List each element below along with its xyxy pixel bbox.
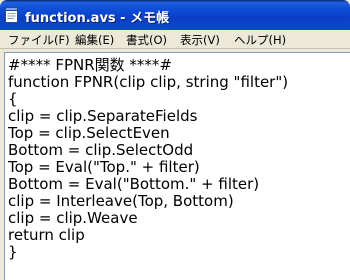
editor-line: function FPNR(clip clip, string "filter"… bbox=[8, 73, 289, 91]
menu-view[interactable]: 表示(V) bbox=[180, 32, 220, 48]
text-editor[interactable]: #**** FPNR関数 ****# function FPNR(clip cl… bbox=[4, 52, 350, 280]
editor-line: { bbox=[8, 90, 18, 108]
editor-line: clip = clip.SeparateFields bbox=[8, 107, 198, 125]
menu-bar: ファイル(F) 編集(E) 書式(O) 表示(V) ヘルプ(H) bbox=[0, 30, 350, 49]
editor-line: Top = clip.SelectEven bbox=[8, 124, 170, 142]
editor-line: #**** FPNR関数 ****# bbox=[8, 56, 172, 74]
window-title: function.avs - メモ帳 bbox=[25, 11, 170, 26]
editor-line: clip = Interleave(Top, Bottom) bbox=[8, 192, 234, 210]
notepad-icon bbox=[5, 7, 18, 23]
editor-line: Bottom = Eval("Bottom." + filter) bbox=[8, 175, 260, 193]
menu-format[interactable]: 書式(O) bbox=[126, 32, 167, 48]
menu-file[interactable]: ファイル(F) bbox=[8, 32, 70, 48]
notepad-window: function.avs - メモ帳 ファイル(F) 編集(E) 書式(O) 表… bbox=[0, 0, 350, 280]
editor-line: return clip bbox=[8, 226, 85, 244]
editor-line: } bbox=[8, 243, 18, 261]
menu-help[interactable]: ヘルプ(H) bbox=[234, 32, 286, 48]
title-bar[interactable]: function.avs - メモ帳 bbox=[0, 0, 350, 30]
editor-line: Bottom = clip.SelectOdd bbox=[8, 141, 194, 159]
editor-line: Top = Eval("Top." + filter) bbox=[8, 158, 200, 176]
menu-edit[interactable]: 編集(E) bbox=[75, 32, 114, 48]
editor-line: clip = clip.Weave bbox=[8, 209, 138, 227]
